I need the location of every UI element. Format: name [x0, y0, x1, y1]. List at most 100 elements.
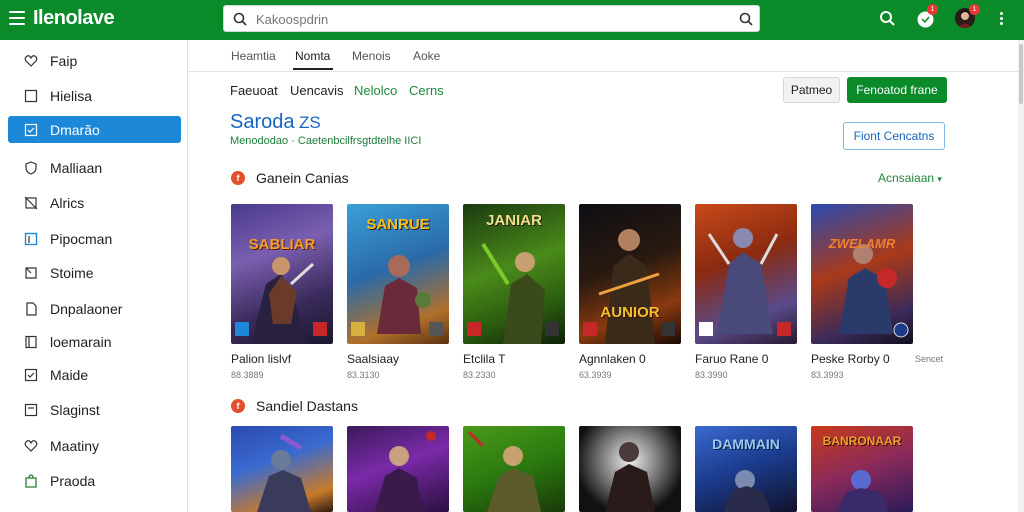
game-card[interactable]	[347, 426, 449, 512]
crossed-square-icon	[24, 196, 38, 209]
profile-badge: 1	[969, 4, 980, 15]
game-card[interactable]: DAMMAIN	[695, 426, 797, 512]
card-tag: Sencet	[915, 354, 944, 364]
sidebar-item-label: Faip	[50, 52, 78, 69]
sidebar-item-label: loemarain	[50, 333, 112, 350]
sidebar-item-loemarain[interactable]: loemarain	[8, 328, 181, 355]
sidebar-item-label: Maatiny	[50, 437, 100, 454]
search-icon[interactable]	[877, 8, 897, 28]
shield-icon	[25, 160, 37, 175]
sidebar-item-dmarao[interactable]: Dmarão	[8, 116, 181, 143]
game-card[interactable]	[231, 426, 333, 512]
filter-chip-faeuoat[interactable]: Faeuoat	[230, 83, 278, 98]
game-card[interactable]: ZWELAMR	[811, 204, 913, 344]
sidebar-item-label: Dmarão	[50, 121, 100, 138]
card-art-icon	[583, 229, 675, 344]
square-icon	[24, 89, 38, 102]
section-icon: f	[231, 399, 245, 413]
game-card[interactable]: JANIAR	[463, 204, 565, 344]
hamburger-menu-icon[interactable]	[9, 11, 25, 25]
card-art-icon	[375, 431, 436, 512]
filter-chip-nelolco[interactable]: Nelolco	[354, 83, 397, 98]
heart-icon	[24, 54, 38, 67]
card-title[interactable]: Faruo Rane 0	[695, 352, 768, 366]
sidebar-item-hielisa[interactable]: Hielisa	[8, 82, 181, 109]
star-icon	[25, 266, 37, 279]
sidebar-item-label: Alrics	[50, 194, 85, 211]
notification-badge: 1	[927, 4, 938, 15]
card-title[interactable]: Agnnlaken 0	[579, 352, 646, 366]
outline-button[interactable]: Fiont Cencatns	[843, 122, 945, 150]
sidebar-item-faip[interactable]: Faip	[8, 47, 181, 74]
sidebar-item-maide[interactable]: Maide	[8, 361, 181, 388]
card-subtitle: 88.3889	[231, 370, 264, 380]
search-icon	[233, 12, 247, 26]
game-card[interactable]	[695, 204, 797, 344]
grid-icon	[24, 123, 38, 136]
sidebar-item-maatiny[interactable]: Maatiny	[8, 432, 181, 459]
game-card[interactable]	[579, 426, 681, 512]
sidebar-item-label: Maide	[50, 366, 89, 383]
app-logo[interactable]: Ilenolave	[33, 7, 115, 30]
tab-nomta[interactable]: Nomta	[295, 49, 330, 63]
breadcrumb[interactable]: Menododao · Caetenbcilfrsgtdtelhe IICI	[230, 135, 421, 147]
card-title[interactable]: Saalsiaay	[347, 352, 399, 366]
card-art-icon	[699, 228, 791, 336]
page-title: Saroda	[230, 111, 295, 133]
card-subtitle: 83.2330	[463, 370, 496, 380]
game-card[interactable]: BANRONAAR	[811, 426, 913, 512]
section-title: Sandiel Dastans	[256, 398, 358, 414]
filter-chip-cerns[interactable]: Cerns	[409, 83, 444, 98]
sidebar-item-alrics[interactable]: Alrics	[8, 189, 181, 216]
search-submit-icon[interactable]	[739, 12, 753, 26]
more-vert-icon[interactable]	[991, 8, 1011, 28]
game-card[interactable]	[463, 426, 565, 512]
card-title[interactable]: Etclila T	[463, 352, 505, 366]
secondary-button[interactable]: Patmeo	[783, 77, 840, 103]
card-subtitle: 83.3130	[347, 370, 380, 380]
book-icon	[25, 335, 37, 348]
card-art-title: BANRONAAR	[822, 434, 902, 448]
tab-heamtia[interactable]: Heamtia	[231, 49, 276, 63]
sidebar-item-malliaan[interactable]: Malliaan	[8, 154, 181, 181]
sidebar-item-slaginst[interactable]: Slaginst	[8, 396, 181, 423]
section-icon: f	[231, 171, 245, 185]
card-art-icon	[235, 257, 327, 344]
card-art-title: SABLIAR	[248, 236, 316, 253]
top-app-bar: Ilenolave 1 1	[0, 0, 1024, 40]
card-art-title: SANRUE	[366, 216, 430, 233]
flag-icon	[24, 232, 38, 245]
sidebar-item-label: Malliaan	[50, 159, 103, 176]
game-card[interactable]: AUNIOR	[579, 204, 681, 344]
section-title: Ganein Canias	[256, 170, 349, 186]
search-input[interactable]	[256, 10, 736, 28]
primary-button[interactable]: Fenoatod frane	[847, 77, 947, 103]
sidebar-item-praoda[interactable]: Praoda	[8, 467, 181, 494]
check-icon	[24, 368, 38, 381]
card-subtitle: 63.3939	[579, 370, 612, 380]
bag-icon	[25, 473, 37, 488]
sidebar-item-stoime[interactable]: Stoime	[8, 259, 181, 286]
active-tab-indicator	[293, 68, 333, 70]
filter-chip-uencavis[interactable]: Uencavis	[290, 83, 343, 98]
tab-aoke[interactable]: Aoke	[413, 49, 440, 63]
tab-menois[interactable]: Menois	[352, 49, 391, 63]
sidebar-item-pipocman[interactable]: Pipocman	[8, 225, 181, 252]
card-title[interactable]: Peske Rorby 0	[811, 352, 890, 366]
sidebar: Faip Hielisa Dmarão Malliaan Alrics Pipo…	[0, 40, 188, 512]
card-art-icon	[257, 433, 311, 512]
doc-icon	[26, 301, 37, 316]
search-bar[interactable]	[223, 5, 760, 32]
scrollbar-thumb[interactable]	[1019, 44, 1023, 104]
scrollbar-track[interactable]	[1018, 40, 1024, 512]
card-art-title: AUNIOR	[600, 304, 660, 321]
game-card[interactable]: SANRUE	[347, 204, 449, 344]
see-all-label: Acnsaiaan	[878, 171, 935, 185]
game-card[interactable]: SABLIAR	[231, 204, 333, 344]
card-art-title: ZWELAMR	[828, 236, 896, 251]
sidebar-item-dnpalaoner[interactable]: Dnpalaoner	[8, 295, 181, 322]
see-all-link[interactable]: Acnsaiaan ▾	[878, 171, 942, 185]
tag-icon	[24, 403, 38, 416]
card-title[interactable]: Palion lislvf	[231, 352, 291, 366]
card-art-icon	[605, 442, 655, 512]
